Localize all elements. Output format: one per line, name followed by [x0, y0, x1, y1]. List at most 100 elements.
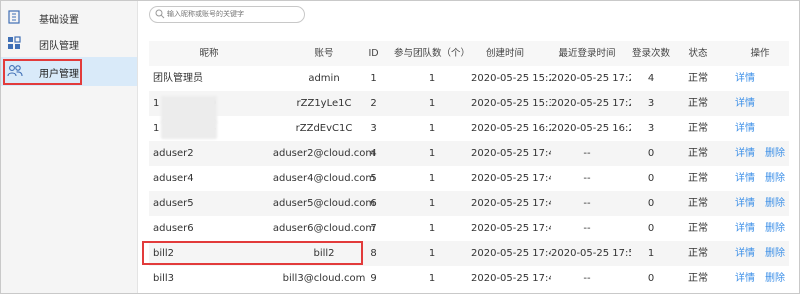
- cell-teams: 1: [428, 123, 436, 134]
- header-nickname: 昵称: [199, 48, 219, 59]
- cell-login-count: 3: [647, 123, 655, 134]
- cell-actions: 详情: [735, 66, 789, 91]
- cell-last-login: --: [583, 148, 591, 159]
- redaction-blur: [161, 121, 217, 139]
- cell-nickname: bill2: [153, 248, 175, 259]
- cell-created: 2020-05-25 17:41: [471, 148, 551, 159]
- search-input[interactable]: [167, 8, 299, 20]
- details-link[interactable]: 详情: [735, 273, 755, 284]
- header-created: 创建时间: [485, 48, 524, 59]
- sidebar-item-user-management[interactable]: 用户管理: [1, 57, 137, 86]
- cell-teams: 1: [428, 198, 436, 209]
- header-login-count: 登录次数: [631, 48, 670, 59]
- cell-status: 正常: [688, 248, 708, 259]
- cell-teams: 1: [428, 173, 436, 184]
- table-row: aduser6 aduser6@cloud.com 7 1 2020-05-25…: [149, 216, 789, 241]
- details-link[interactable]: 详情: [735, 198, 755, 209]
- details-link[interactable]: 详情: [735, 148, 755, 159]
- search-icon: [155, 9, 165, 19]
- details-link[interactable]: 详情: [735, 123, 755, 134]
- cell-last-login: 2020-05-25 17:26: [551, 98, 631, 109]
- grid-icon: [8, 36, 21, 49]
- cell-id: 3: [370, 123, 377, 134]
- details-link[interactable]: 详情: [735, 98, 755, 109]
- cell-status: 正常: [688, 73, 708, 84]
- sidebar-item-basic-settings[interactable]: 基础设置: [1, 3, 137, 32]
- cell-actions: 详情 删除: [735, 191, 789, 216]
- table-row: aduser5 aduser5@cloud.com 6 1 2020-05-25…: [149, 191, 789, 216]
- cell-teams: 1: [428, 73, 436, 84]
- delete-link[interactable]: 删除: [765, 148, 785, 159]
- cell-status: 正常: [688, 173, 708, 184]
- cell-login-count: 4: [647, 73, 655, 84]
- cell-actions: 详情 删除: [735, 216, 789, 241]
- header-status: 状态: [688, 48, 708, 59]
- cell-teams: 1: [428, 148, 436, 159]
- sidebar: 基础设置 团队管理 用户管理: [1, 1, 138, 293]
- cell-nickname: aduser4: [153, 173, 194, 184]
- redaction-blur: [161, 96, 217, 124]
- cell-login-count: 0: [647, 198, 655, 209]
- cell-id: 8: [370, 248, 377, 259]
- cell-actions: 详情 删除: [735, 166, 789, 191]
- cell-status: 正常: [688, 198, 708, 209]
- cell-status: 正常: [688, 123, 708, 134]
- users-icon: [7, 65, 23, 77]
- details-link[interactable]: 详情: [735, 173, 755, 184]
- search-box[interactable]: [149, 6, 305, 23]
- cell-last-login: 2020-05-25 17:25: [551, 73, 631, 84]
- details-link[interactable]: 详情: [735, 73, 755, 84]
- table-row: bill2 bill2 8 1 2020-05-25 17:49 2020-05…: [149, 241, 789, 266]
- cell-status: 正常: [688, 98, 708, 109]
- cell-login-count: 0: [647, 223, 655, 234]
- delete-link[interactable]: 删除: [765, 273, 785, 284]
- cell-id: 7: [370, 223, 377, 234]
- cell-status: 正常: [688, 223, 708, 234]
- cell-actions: 详情 删除: [735, 141, 789, 166]
- cell-last-login: --: [583, 173, 591, 184]
- table-header: 昵称 账号 ID 参与团队数（个） 创建时间 最近登录时间 登录次数 状态 操作: [149, 41, 789, 66]
- cell-login-count: 3: [647, 98, 655, 109]
- details-link[interactable]: 详情: [735, 223, 755, 234]
- cell-nickname: aduser6: [153, 223, 194, 234]
- cell-status: 正常: [688, 148, 708, 159]
- cell-id: 4: [370, 148, 377, 159]
- cell-last-login: --: [583, 273, 591, 284]
- sidebar-item-label: 团队管理: [39, 41, 79, 52]
- delete-link[interactable]: 删除: [765, 248, 785, 259]
- nickname-prefix: 1: [153, 98, 160, 109]
- cell-nickname: aduser5: [153, 198, 194, 209]
- cell-created: 2020-05-25 17:41: [471, 173, 551, 184]
- delete-link[interactable]: 删除: [765, 173, 785, 184]
- cell-created: 2020-05-25 16:24: [471, 123, 551, 134]
- cell-actions: 详情: [735, 116, 789, 141]
- cell-created: 2020-05-25 17:41: [471, 223, 551, 234]
- nickname-prefix: 1: [153, 123, 160, 134]
- cell-id: 5: [370, 173, 377, 184]
- table-row: bill3 bill3@cloud.com 9 1 2020-05-25 17:…: [149, 266, 789, 291]
- cell-login-count: 0: [647, 273, 655, 284]
- cell-nickname: bill3: [153, 273, 175, 284]
- cell-teams: 1: [428, 98, 436, 109]
- cell-created: 2020-05-25 17:41: [471, 198, 551, 209]
- cell-actions: 详情 删除: [735, 266, 789, 291]
- sidebar-item-label: 用户管理: [39, 69, 79, 80]
- delete-link[interactable]: 删除: [765, 198, 785, 209]
- cell-id: 9: [370, 273, 377, 284]
- table-row: 团队管理员 admin 1 1 2020-05-25 15:24 2020-05…: [149, 66, 789, 91]
- delete-link[interactable]: 删除: [765, 223, 785, 234]
- cell-id: 2: [370, 98, 377, 109]
- details-link[interactable]: 详情: [735, 248, 755, 259]
- cell-last-login: 2020-05-25 17:52: [551, 248, 631, 259]
- cell-id: 1: [370, 73, 377, 84]
- sidebar-item-team-management[interactable]: 团队管理: [1, 29, 137, 58]
- table-row: aduser2 aduser2@cloud.com 4 1 2020-05-25…: [149, 141, 789, 166]
- cell-created: 2020-05-25 17:49: [471, 273, 551, 284]
- cell-status: 正常: [688, 273, 708, 284]
- cell-actions: 详情 删除: [735, 241, 789, 266]
- cell-created: 2020-05-25 15:24: [471, 73, 551, 84]
- cell-login-count: 0: [647, 148, 655, 159]
- table-row: 1 4 rZZdEvC1C 3 1 2020-05-25 16:24 2020-…: [149, 116, 789, 141]
- cell-teams: 1: [428, 223, 436, 234]
- cell-nickname: aduser2: [153, 148, 194, 159]
